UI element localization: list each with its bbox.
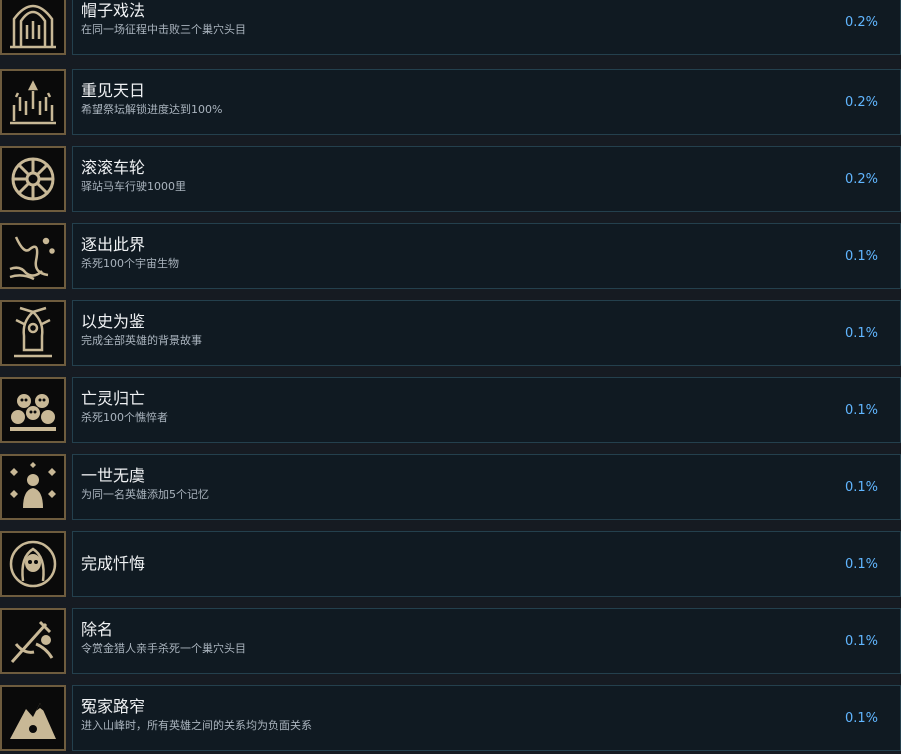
achievement-percent: 0.1% (844, 480, 878, 495)
achievement-panel: 以史为鉴 完成全部英雄的背景故事 0.1% (72, 300, 901, 366)
achievement-title: 亡灵归亡 (81, 389, 146, 408)
achievement-row[interactable]: 滚滚车轮 驿站马车行驶1000里 0.2% (0, 146, 901, 212)
achievement-percent: 0.2% (844, 15, 878, 30)
achievement-row[interactable]: 完成忏悔 0.1% (0, 531, 901, 597)
achievement-percent: 0.1% (844, 634, 878, 649)
achievement-description: 进入山峰时，所有英雄之间的关系均为负面关系 (81, 719, 312, 732)
achievement-percent: 0.1% (844, 403, 878, 418)
achievement-row[interactable]: 逐出此界 杀死100个宇宙生物 0.1% (0, 223, 901, 289)
achievement-percent: 0.1% (844, 326, 878, 341)
achievement-panel: 滚滚车轮 驿站马车行驶1000里 0.2% (72, 146, 901, 212)
achievement-list: 帽子戏法 在同一场征程中击败三个巢穴头目 0.2% 重见天日 希望祭坛解锁进度达… (0, 0, 901, 754)
achievement-description: 杀死100个憔悴者 (81, 411, 168, 424)
achievement-description: 希望祭坛解锁进度达到100% (81, 103, 223, 116)
achievement-percent: 0.1% (844, 249, 878, 264)
achievement-panel: 一世无虞 为同一名英雄添加5个记忆 0.1% (72, 454, 901, 520)
achievement-title: 一世无虞 (81, 466, 146, 485)
bounty-hunter-icon (0, 608, 66, 674)
hero-shrine-icon (0, 300, 66, 366)
cosmic-tentacle-icon (0, 223, 66, 289)
achievement-row[interactable]: 一世无虞 为同一名英雄添加5个记忆 0.1% (0, 454, 901, 520)
wagon-wheel-icon (0, 146, 66, 212)
achievement-title: 逐出此界 (81, 235, 146, 254)
achievement-row[interactable]: 以史为鉴 完成全部英雄的背景故事 0.1% (0, 300, 901, 366)
achievement-title: 重见天日 (81, 81, 146, 100)
achievement-panel: 除名 令赏金猎人亲手杀死一个巢穴头目 0.1% (72, 608, 901, 674)
achievement-title: 完成忏悔 (81, 554, 146, 573)
skull-pile-icon (0, 377, 66, 443)
achievement-description: 在同一场征程中击败三个巢穴头目 (81, 23, 246, 36)
achievement-row[interactable]: 除名 令赏金猎人亲手杀死一个巢穴头目 0.1% (0, 608, 901, 674)
achievement-title: 以史为鉴 (81, 312, 146, 331)
achievement-title: 冤家路窄 (81, 697, 146, 716)
achievement-description: 杀死100个宇宙生物 (81, 257, 179, 270)
candles-altar-icon (0, 69, 66, 135)
achievement-panel: 冤家路窄 进入山峰时，所有英雄之间的关系均为负面关系 0.1% (72, 685, 901, 751)
hooded-skull-icon (0, 531, 66, 597)
achievement-panel: 逐出此界 杀死100个宇宙生物 0.1% (72, 223, 901, 289)
achievement-row[interactable]: 帽子戏法 在同一场征程中击败三个巢穴头目 0.2% (0, 0, 901, 55)
achievement-percent: 0.1% (844, 557, 878, 572)
achievement-description: 令赏金猎人亲手杀死一个巢穴头目 (81, 642, 246, 655)
achievement-panel: 帽子戏法 在同一场征程中击败三个巢穴头目 0.2% (72, 0, 901, 55)
achievement-title: 滚滚车轮 (81, 158, 146, 177)
achievement-title: 除名 (81, 620, 114, 639)
achievement-percent: 0.2% (844, 95, 878, 110)
achievement-description: 驿站马车行驶1000里 (81, 180, 186, 193)
achievement-title: 帽子戏法 (81, 1, 146, 20)
achievement-panel: 完成忏悔 0.1% (72, 531, 901, 597)
achievement-panel: 亡灵归亡 杀死100个憔悴者 0.1% (72, 377, 901, 443)
achievement-row[interactable]: 重见天日 希望祭坛解锁进度达到100% 0.2% (0, 69, 901, 135)
achievement-panel: 重见天日 希望祭坛解锁进度达到100% 0.2% (72, 69, 901, 135)
achievement-percent: 0.2% (844, 172, 878, 187)
hero-memories-icon (0, 454, 66, 520)
mountain-peak-icon (0, 685, 66, 751)
gothic-arch-icon (0, 0, 66, 55)
achievement-row[interactable]: 冤家路窄 进入山峰时，所有英雄之间的关系均为负面关系 0.1% (0, 685, 901, 751)
achievement-percent: 0.1% (844, 711, 878, 726)
achievement-row[interactable]: 亡灵归亡 杀死100个憔悴者 0.1% (0, 377, 901, 443)
achievement-description: 完成全部英雄的背景故事 (81, 334, 202, 347)
achievement-description: 为同一名英雄添加5个记忆 (81, 488, 209, 501)
